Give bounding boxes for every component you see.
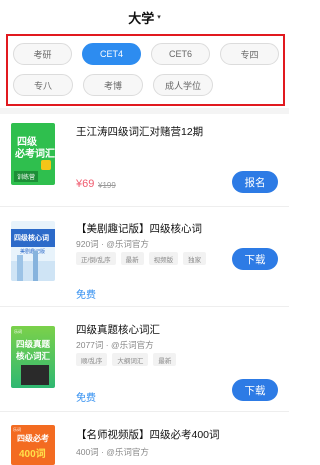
cover-subtitle: 400词 — [19, 449, 46, 460]
book-cover: 四级 必考词汇 训练营 — [11, 123, 55, 185]
list-item[interactable]: 四级核心词 美剧趣记版 【美剧趣记版】四级核心词 920词 · @乐词官方 正/… — [0, 207, 289, 306]
filter-row-1: 考研 CET4 CET6 专四 — [12, 43, 279, 65]
item-title: 四级真题核心词汇 — [76, 324, 160, 336]
list-item[interactable]: 乐词 四级真题 核心词汇 四级真题核心词汇 2077词 · @乐词官方 顺/乱序… — [0, 307, 289, 411]
header-title: 大学 — [128, 10, 155, 26]
item-title: 【名师视频版】四级必考400词 — [76, 429, 220, 441]
app-page: 大学 ▾ 考研 CET4 CET6 专四 专八 考博 成人学位 四级 必考词汇 … — [0, 0, 289, 465]
filter-chip-tem8[interactable]: 专八 — [13, 74, 73, 96]
category-dropdown[interactable]: 大学 ▾ — [128, 8, 161, 27]
cover-title: 四级真题 — [16, 339, 51, 349]
cover-brand: 乐词 — [14, 329, 22, 334]
list-item[interactable]: 四级 必考词汇 训练营 王江涛四级词汇对赌营12期 ¥69 ¥199 报名 — [0, 114, 289, 206]
filter-chip-adult-degree[interactable]: 成人学位 — [153, 74, 213, 96]
item-title: 【美剧趣记版】四级核心词 — [76, 223, 202, 235]
tag: 顺/乱序 — [76, 353, 108, 366]
cover-subtitle: 核心词汇 — [16, 351, 51, 361]
tag: 正/倒/乱序 — [76, 252, 116, 265]
tag: 视频版 — [148, 252, 179, 265]
cover-label: 训练营 — [14, 171, 39, 182]
exam-filter-panel: 考研 CET4 CET6 专四 专八 考博 成人学位 — [6, 34, 285, 106]
book-cover: 乐词 四级真题 核心词汇 — [11, 326, 55, 388]
cover-title: 四级必考 — [17, 434, 49, 443]
item-price: ¥69 — [76, 178, 95, 190]
list-item[interactable]: 乐词 四级必考 400词 【名师视频版】四级必考400词 400词 · @乐词官… — [0, 412, 289, 465]
tag-list: 正/倒/乱序 最新 视频版 独家 — [76, 252, 207, 265]
cover-subtitle: 必考词汇 — [15, 149, 55, 160]
filter-chip-cet6[interactable]: CET6 — [151, 43, 210, 65]
filter-chip-kaobo[interactable]: 考博 — [83, 74, 143, 96]
item-meta: 920词 · @乐词官方 — [76, 239, 149, 249]
enroll-button[interactable]: 报名 — [232, 171, 278, 193]
item-original-price: ¥199 — [98, 181, 116, 190]
download-button[interactable]: 下载 — [232, 379, 278, 401]
filter-chip-kaoyan[interactable]: 考研 — [13, 43, 72, 65]
item-free-label: 免费 — [76, 393, 96, 404]
badge-icon — [41, 160, 51, 170]
tag: 最新 — [153, 353, 177, 366]
item-meta: 2077词 · @乐词官方 — [76, 340, 154, 350]
download-button[interactable]: 下载 — [232, 248, 278, 270]
item-title: 王江涛四级词汇对赌营12期 — [76, 126, 204, 138]
book-cover: 乐词 四级必考 400词 — [11, 425, 55, 465]
filter-row-2: 专八 考博 成人学位 — [12, 74, 279, 96]
tag: 独家 — [183, 252, 207, 265]
item-free-label: 免费 — [76, 290, 96, 301]
item-meta: 400词 · @乐词官方 — [76, 447, 149, 457]
filter-chip-cet4[interactable]: CET4 — [82, 43, 141, 65]
header: 大学 ▾ — [0, 0, 289, 34]
chevron-down-icon: ▾ — [157, 14, 161, 21]
tag: 大纲词汇 — [112, 353, 149, 366]
cover-title: 四级核心词 — [14, 235, 49, 242]
filter-chip-tem4[interactable]: 专四 — [220, 43, 279, 65]
tag-list: 顺/乱序 大纲词汇 最新 — [76, 353, 177, 366]
tag: 最新 — [120, 252, 144, 265]
book-cover: 四级核心词 美剧趣记版 — [11, 221, 55, 281]
